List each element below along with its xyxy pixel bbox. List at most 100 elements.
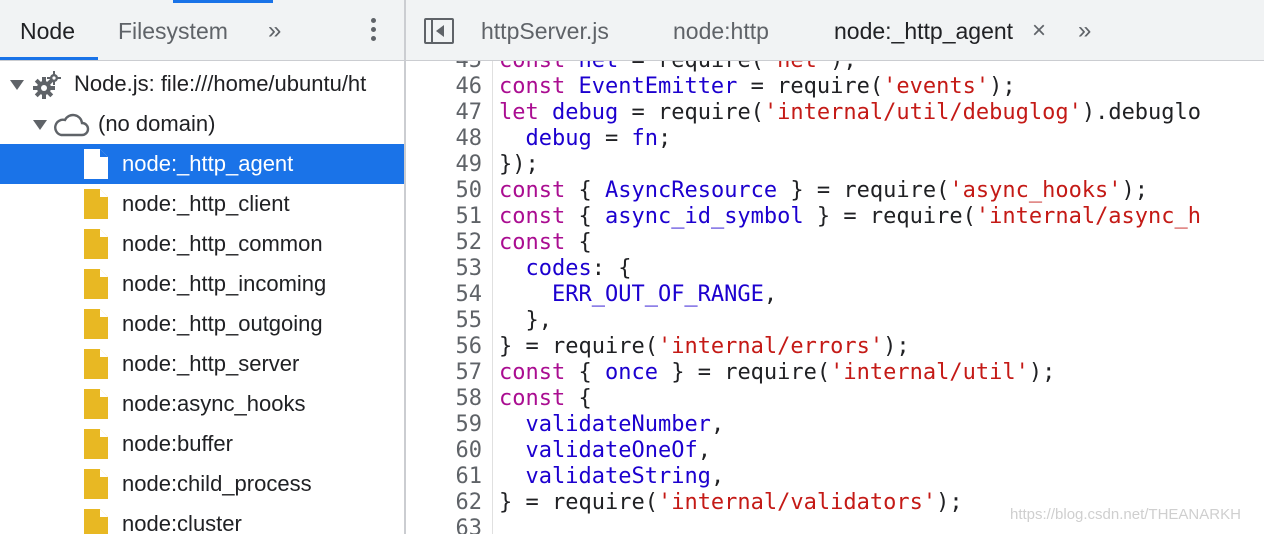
- code-line[interactable]: 52 const {: [406, 230, 1264, 256]
- tree-file-item[interactable]: node:async_hooks: [0, 384, 404, 424]
- code-line[interactable]: 61 validateString,: [406, 464, 1264, 490]
- file-icon: [84, 469, 108, 499]
- editor-tab-bar: httpServer.js node:http node:_http_agent…: [406, 0, 1264, 61]
- code-text: const {: [499, 386, 592, 411]
- more-tabs-chevron-icon[interactable]: »: [1078, 0, 1091, 60]
- close-tab-icon[interactable]: ×: [1032, 0, 1046, 60]
- line-number[interactable]: 56: [406, 334, 483, 360]
- line-number[interactable]: 52: [406, 230, 483, 256]
- code-text: validateString,: [525, 464, 725, 489]
- tree-file-item[interactable]: node:_http_agent: [0, 144, 404, 184]
- file-label: node:_http_incoming: [122, 271, 327, 296]
- code-line[interactable]: 55 },: [406, 308, 1264, 334]
- line-number[interactable]: 61: [406, 464, 483, 490]
- gutter-separator: [492, 61, 493, 534]
- kebab-menu-icon[interactable]: [366, 18, 380, 46]
- file-label: node:buffer: [122, 431, 233, 456]
- line-number[interactable]: 60: [406, 438, 483, 464]
- line-number[interactable]: 57: [406, 360, 483, 386]
- expand-arrow-icon[interactable]: [33, 120, 47, 130]
- tree-file-item[interactable]: node:_http_server: [0, 344, 404, 384]
- editor-tab-httpserver[interactable]: httpServer.js: [481, 0, 609, 60]
- file-icon: [84, 229, 108, 259]
- code-line[interactable]: 47 let debug = require('internal/util/deb…: [406, 100, 1264, 126]
- file-label: node:child_process: [122, 471, 312, 496]
- code-text: const EventEmitter = require('events');: [499, 74, 1016, 99]
- code-line[interactable]: 51 const { async_id_symbol } = require('i…: [406, 204, 1264, 230]
- line-number[interactable]: 55: [406, 308, 483, 334]
- tree-file-item[interactable]: node:_http_outgoing: [0, 304, 404, 344]
- code-text: } = require('internal/errors');: [499, 334, 910, 359]
- tree-file-item[interactable]: node:_http_client: [0, 184, 404, 224]
- file-icon: [84, 389, 108, 419]
- code-line[interactable]: 58 const {: [406, 386, 1264, 412]
- code-line[interactable]: 54 ERR_OUT_OF_RANGE,: [406, 282, 1264, 308]
- line-number[interactable]: 63: [406, 516, 483, 534]
- code-text: const { once } = require('internal/util'…: [499, 360, 1056, 385]
- editor-tab-node-http-agent[interactable]: node:_http_agent: [834, 0, 1013, 60]
- code-text: validateNumber,: [525, 412, 725, 437]
- editor-tab-node-http[interactable]: node:http: [673, 0, 769, 60]
- tree-file-item[interactable]: node:buffer: [0, 424, 404, 464]
- tab-node[interactable]: Node: [20, 0, 75, 60]
- line-number[interactable]: 54: [406, 282, 483, 308]
- file-icon: [84, 269, 108, 299]
- line-number[interactable]: 48: [406, 126, 483, 152]
- line-number[interactable]: 58: [406, 386, 483, 412]
- code-line[interactable]: 53 codes: {: [406, 256, 1264, 282]
- editor-pane: 45const net = require('net');46const Eve…: [406, 0, 1264, 534]
- code-text: ERR_OUT_OF_RANGE,: [551, 282, 778, 307]
- code-text: const { AsyncResource } = require('async…: [499, 178, 1149, 203]
- expand-arrow-icon[interactable]: [10, 80, 24, 90]
- line-number[interactable]: 46: [406, 74, 483, 100]
- tree-item-domain[interactable]: (no domain): [0, 104, 404, 144]
- navigator-pane: Node Filesystem » Node.js: file:///home/…: [0, 0, 404, 534]
- code-line[interactable]: 49});: [406, 152, 1264, 178]
- file-icon: [84, 509, 108, 534]
- code-text: } = require('internal/validators');: [499, 490, 963, 515]
- line-number[interactable]: 53: [406, 256, 483, 282]
- code-text: },: [499, 308, 552, 333]
- tree-item-root[interactable]: Node.js: file:///home/ubuntu/ht: [0, 64, 404, 104]
- file-label: node:_http_server: [122, 351, 300, 376]
- code-text: });: [499, 152, 539, 177]
- tab-filesystem[interactable]: Filesystem: [118, 0, 228, 60]
- tree-item-label: (no domain): [98, 111, 216, 136]
- file-icon: [84, 349, 108, 379]
- active-tab-indicator: [0, 57, 98, 60]
- file-icon: [84, 309, 108, 339]
- line-number[interactable]: 59: [406, 412, 483, 438]
- code-line[interactable]: 50 const { AsyncResource } = require('asy…: [406, 178, 1264, 204]
- tree-file-item[interactable]: node:cluster: [0, 504, 404, 534]
- code-text: const {: [499, 230, 592, 255]
- code-line[interactable]: 48 debug = fn;: [406, 126, 1264, 152]
- toggle-navigator-icon[interactable]: [424, 18, 454, 44]
- tree-file-item[interactable]: node:_http_common: [0, 224, 404, 264]
- line-number[interactable]: 49: [406, 152, 483, 178]
- code-text: debug = fn;: [525, 126, 672, 151]
- file-label: node:_http_agent: [122, 151, 294, 176]
- file-label: node:_http_common: [122, 231, 323, 256]
- file-icon: [84, 189, 108, 219]
- code-line[interactable]: 60 validateOneOf,: [406, 438, 1264, 464]
- line-number[interactable]: 50: [406, 178, 483, 204]
- tree-item-label: Node.js: file:///home/ubuntu/ht: [74, 71, 367, 96]
- file-label: node:cluster: [122, 511, 242, 534]
- tree-file-item[interactable]: node:_http_incoming: [0, 264, 404, 304]
- line-number[interactable]: 62: [406, 490, 483, 516]
- file-label: node:async_hooks: [122, 391, 306, 416]
- code-line[interactable]: 56 } = require('internal/errors');: [406, 334, 1264, 360]
- file-label: node:_http_outgoing: [122, 311, 323, 336]
- code-line[interactable]: 46 const EventEmitter = require('events')…: [406, 74, 1264, 100]
- line-number[interactable]: 47: [406, 100, 483, 126]
- line-number[interactable]: 51: [406, 204, 483, 230]
- watermark: https://blog.csdn.net/THEANARKH: [1010, 506, 1241, 523]
- file-label: node:_http_client: [122, 191, 290, 216]
- cloud-icon: [54, 113, 90, 137]
- tree-file-item[interactable]: node:child_process: [0, 464, 404, 504]
- gear-icon: [33, 71, 61, 99]
- code-line[interactable]: 57 const { once } = require('internal/uti…: [406, 360, 1264, 386]
- code-line[interactable]: 59 validateNumber,: [406, 412, 1264, 438]
- more-tabs-chevron-icon[interactable]: »: [268, 0, 281, 60]
- code-text: validateOneOf,: [525, 438, 711, 463]
